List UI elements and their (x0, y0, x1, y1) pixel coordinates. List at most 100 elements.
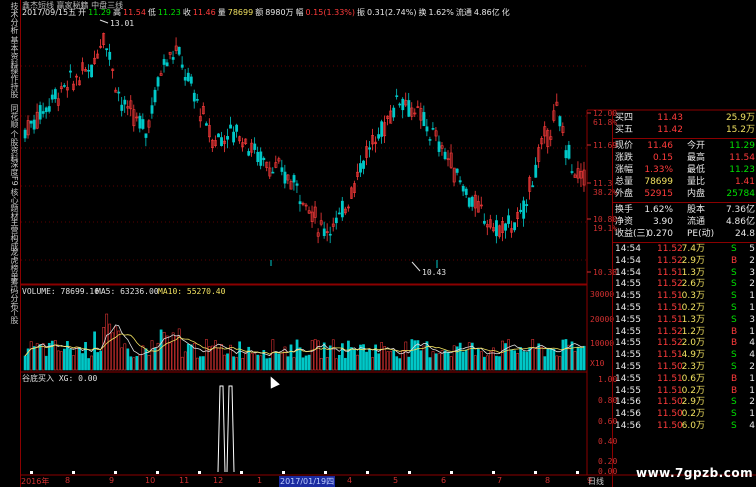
candle-body (271, 171, 275, 174)
tick-side: B (731, 385, 738, 396)
volume-bar (274, 351, 278, 371)
ask4-price: 11.43 (657, 113, 683, 123)
tick-time: 14:56 (615, 421, 641, 431)
row-turn-label-a: 换手 (615, 205, 634, 215)
volume-bar (159, 329, 163, 371)
tick-price: 11.51 (657, 314, 683, 325)
candle-body (507, 215, 510, 224)
signal-dot (534, 471, 537, 474)
candle-body (380, 121, 384, 137)
volume-bar (519, 347, 522, 371)
volume-bar (534, 348, 538, 371)
tick-row: 14:56 11.50 0.2万 S 1 (613, 409, 756, 420)
candle-body (298, 201, 302, 205)
volume-bar (331, 339, 335, 371)
volume-axis-label: 20000 (590, 315, 614, 324)
candle-body (44, 107, 48, 113)
tick-count: 1 (749, 373, 755, 384)
volume-bar (546, 348, 550, 371)
tick-side: S (731, 362, 737, 372)
volume-bar (570, 341, 574, 371)
volume-bar (69, 349, 72, 371)
volume-bar (56, 350, 60, 371)
date-axis-label: 9 (109, 476, 115, 485)
volume-bar (540, 346, 544, 371)
volume-bar (504, 343, 507, 371)
tick-time: 14:56 (615, 409, 641, 420)
tick-row: 14:54 11.52 2.9万 B 2 (613, 256, 756, 267)
candle-body (567, 144, 571, 159)
candle-body (570, 171, 574, 173)
ma5-label: MA5: 63236.00 (96, 287, 159, 296)
signal-dot (72, 471, 75, 474)
price-axis-label: 11.3 (593, 179, 612, 188)
candle-body (69, 70, 72, 73)
signal-dot (156, 471, 159, 474)
signal-dot (114, 471, 117, 474)
volume-bar (99, 350, 103, 371)
volume-bar (498, 356, 501, 371)
row-out-value-a: 52915 (644, 189, 673, 199)
tick-price: 11.50 (657, 421, 683, 431)
row-eps-value-b: 24.8 (734, 229, 755, 239)
candle-body (359, 163, 362, 173)
tick-count: 2 (749, 362, 755, 372)
candle-body (217, 133, 220, 138)
volume-bar (380, 342, 384, 371)
volume-bar (365, 351, 368, 371)
tick-price: 11.51 (657, 350, 683, 361)
volume-bar (286, 356, 290, 371)
volume-bar (81, 353, 84, 371)
tick-price: 11.51 (657, 291, 683, 302)
candle-body (220, 137, 223, 146)
candle-body (464, 188, 468, 195)
divider (613, 202, 756, 203)
date-axis-label: 1 (257, 476, 263, 485)
candle-body (195, 99, 199, 101)
volume-bar (582, 345, 586, 371)
ask4-row: 买四 11.43 25.9万 (613, 113, 756, 124)
row-now-label-b: 今开 (687, 141, 706, 151)
signal-dot (450, 471, 453, 474)
row-nav-value-a: 3.90 (652, 217, 673, 227)
tick-time: 14:55 (615, 326, 641, 337)
volume-bar (371, 357, 374, 371)
signal-dot (492, 471, 495, 474)
candle-body (392, 107, 396, 118)
volume-bar (180, 356, 184, 371)
date-axis-label: 4 (347, 476, 353, 485)
volume-bar (226, 353, 229, 371)
tick-price: 11.52 (657, 255, 683, 266)
signal-dot (408, 471, 411, 474)
tick-count: 1 (749, 326, 755, 337)
candle-body (256, 151, 260, 163)
quote-panel: 买四 11.43 25.9万 买五 11.42 15.2万 现价 11.46 今开 11.29 涨跌… (612, 111, 756, 487)
row-pct: 涨幅 1.33% 最低 11.23 (613, 165, 756, 176)
tick-count: 5 (749, 244, 755, 254)
period-button[interactable]: 日线 (588, 476, 604, 487)
volume-bar (66, 341, 69, 371)
tick-time: 14:56 (615, 397, 641, 408)
volume-bar (108, 323, 112, 371)
candle-body (186, 72, 190, 82)
date-axis-label: 8 (65, 476, 71, 485)
tick-count: 4 (749, 421, 755, 431)
signal-dot (576, 471, 579, 474)
volume-bar (573, 351, 577, 371)
volume-bar (174, 335, 178, 371)
candle-body (395, 95, 399, 97)
volume-bar (398, 358, 402, 371)
volume-bar (198, 356, 202, 371)
candle-body (362, 160, 365, 169)
volume-bar (543, 356, 547, 371)
candle-body (525, 204, 529, 206)
volume-bar (295, 339, 299, 371)
volume-bar (425, 341, 429, 371)
candle-body (401, 98, 405, 111)
candle-body (32, 119, 36, 130)
low-marker-label: 10.43 (422, 268, 446, 277)
volume-bar (510, 349, 513, 371)
volume-bar (359, 344, 362, 371)
candle-body (162, 59, 166, 65)
tick-row: 14:55 11.51 1.3万 S 3 (613, 315, 756, 326)
